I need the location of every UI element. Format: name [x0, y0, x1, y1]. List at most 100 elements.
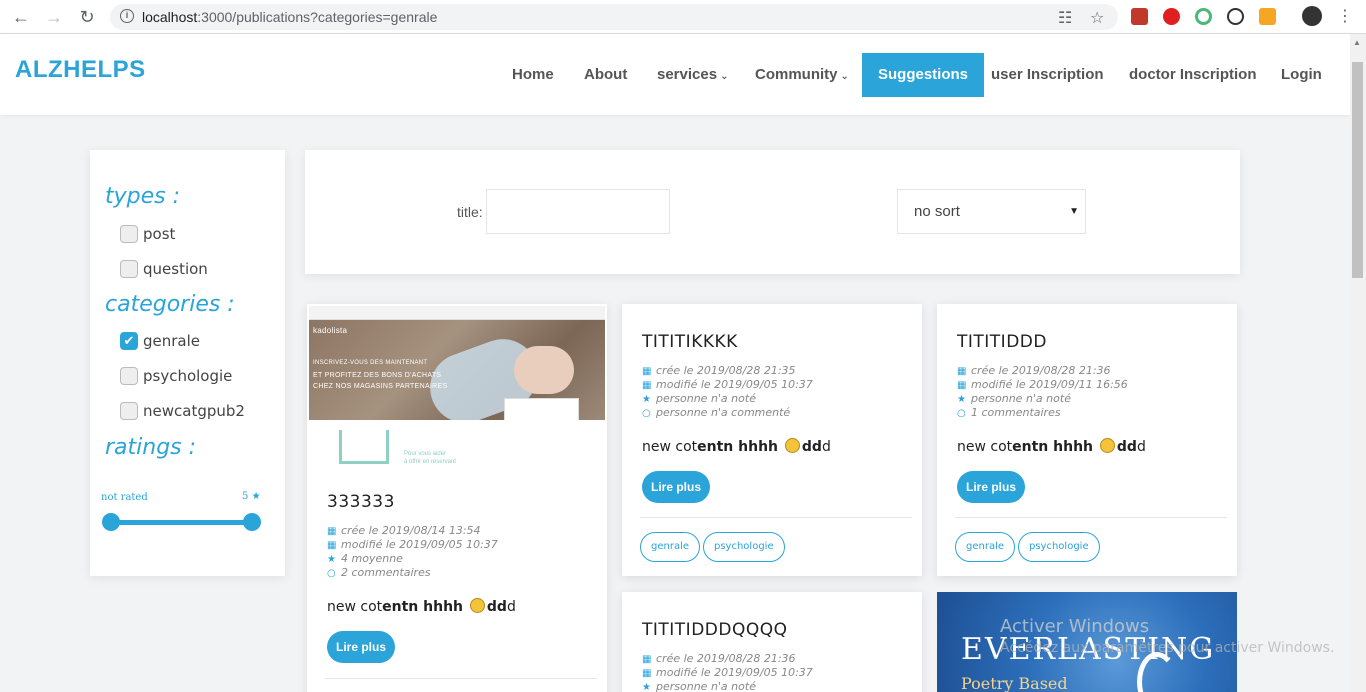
card-comments: ○ 2 commentaires: [327, 566, 431, 581]
card-created: ▦ crée le 2019/08/28 21:35: [642, 364, 796, 379]
nav-services[interactable]: services ⌄: [641, 53, 744, 97]
card-created: ▦ crée le 2019/08/28 21:36: [957, 364, 1111, 379]
nav-home[interactable]: Home: [496, 53, 570, 97]
calendar-icon: ▦: [642, 380, 652, 391]
created-text: crée le 2019/08/28 21:36: [971, 364, 1111, 377]
star-icon: ★: [327, 554, 336, 565]
checkbox-checked[interactable]: ✔: [120, 332, 138, 350]
image-small-text-1: Pour vous aider: [404, 451, 447, 457]
nav-community-label: Community: [755, 66, 838, 83]
sort-select[interactable]: no sort ▼: [897, 189, 1086, 234]
book-subtitle: Poetry Based: [961, 674, 1068, 692]
type-label: post: [143, 225, 176, 243]
address-bar[interactable]: i localhost:3000/publications?categories…: [110, 4, 1118, 30]
rating-slider-max-handle[interactable]: [243, 513, 261, 531]
browser-menu-icon[interactable]: ⋮: [1334, 6, 1356, 28]
comment-icon: ○: [327, 568, 336, 579]
nav-about[interactable]: About: [568, 53, 643, 97]
created-text: crée le 2019/08/14 13:54: [341, 524, 481, 537]
read-more-button[interactable]: Lire plus: [642, 471, 710, 503]
card-title[interactable]: TITITIDDD: [957, 332, 1047, 352]
ratings-heading: ratings :: [105, 435, 197, 460]
read-more-button[interactable]: Lire plus: [957, 471, 1025, 503]
category-label: newcatgpub2: [143, 402, 245, 420]
card-title[interactable]: TITITIKKKK: [642, 332, 738, 352]
tag-psychologie[interactable]: psychologie: [1018, 532, 1100, 562]
scrollbar-thumb[interactable]: [1352, 62, 1363, 278]
nav-doctor-inscription[interactable]: doctor Inscription: [1113, 53, 1273, 97]
star-icon: ★: [642, 394, 651, 405]
search-panel: title: no sort ▼: [305, 150, 1240, 274]
card-title[interactable]: TITITIDDDQQQQ: [642, 620, 788, 640]
read-more-button[interactable]: Lire plus: [327, 631, 395, 663]
tag-psychologie[interactable]: psychologie: [703, 532, 785, 562]
rating-slider-min-handle[interactable]: [102, 513, 120, 531]
grinning-emoji-icon: [784, 438, 800, 453]
windows-watermark-title: Activer Windows: [1000, 616, 1150, 637]
rating-slider-track[interactable]: [111, 520, 251, 525]
calendar-icon: ▦: [642, 366, 652, 377]
url-host: localhost: [142, 9, 198, 25]
card-modified: ▦ modifié le 2019/09/11 16:56: [957, 378, 1128, 393]
extension-icon-4[interactable]: [1227, 8, 1244, 25]
image-baby: [514, 346, 574, 394]
category-label: psychologie: [143, 367, 233, 385]
calendar-icon: ▦: [642, 654, 652, 665]
site-logo[interactable]: ALZHELPS: [15, 56, 146, 84]
rating-text: personne n'a noté: [971, 392, 1071, 405]
site-info-icon[interactable]: i: [120, 9, 134, 23]
publication-card: TITITIDDD ▦ crée le 2019/08/28 21:36 ▦ mod…: [937, 304, 1237, 576]
calendar-icon: ▦: [327, 526, 337, 537]
nav-login[interactable]: Login: [1265, 53, 1338, 97]
checkbox[interactable]: [120, 367, 138, 385]
modified-text: modifié le 2019/09/05 10:37: [341, 538, 498, 551]
checkbox[interactable]: [120, 402, 138, 420]
comments-text: 2 commentaires: [341, 566, 431, 579]
rating-text: 4 moyenne: [341, 552, 403, 565]
star-icon: ★: [251, 491, 261, 502]
calendar-icon: ▦: [957, 366, 967, 377]
profile-avatar[interactable]: [1302, 6, 1322, 26]
publication-card: TITITIKKKK ▦ crée le 2019/08/28 21:35 ▦ mo…: [622, 304, 922, 576]
publication-image[interactable]: kadolista INSCRIVEZ-VOUS DES MAINTENANT …: [309, 306, 605, 466]
extension-icon-1[interactable]: [1131, 8, 1148, 25]
grinning-emoji-icon: [1099, 438, 1115, 453]
excerpt-part-4: d: [1136, 439, 1146, 455]
excerpt-part-1: new cot: [327, 599, 383, 615]
card-rating: ★ personne n'a noté: [642, 392, 756, 407]
star-icon: ★: [642, 682, 651, 692]
title-filter-label: title:: [457, 204, 483, 220]
comment-icon: ○: [642, 408, 651, 419]
scroll-up-arrow-icon[interactable]: ▲: [1353, 38, 1361, 47]
reload-icon[interactable]: ↻: [76, 6, 98, 28]
card-title[interactable]: 333333: [327, 492, 395, 512]
checkbox[interactable]: [120, 225, 138, 243]
nav-suggestions[interactable]: Suggestions: [862, 53, 985, 97]
nav-community[interactable]: Community ⌄: [739, 53, 865, 97]
card-rating: ★ personne n'a noté: [642, 680, 756, 692]
back-icon[interactable]: ←: [10, 6, 32, 28]
card-rating: ★ 4 moyenne: [327, 552, 403, 567]
image-caption-1: INSCRIVEZ-VOUS DES MAINTENANT: [313, 360, 428, 366]
extension-icon-3[interactable]: [1195, 8, 1212, 25]
created-text: crée le 2019/08/28 21:35: [656, 364, 796, 377]
card-excerpt: new cotentn hhhh ddd: [957, 438, 1146, 455]
title-search-input[interactable]: [486, 189, 670, 234]
image-brand-text: kadolista: [313, 326, 348, 335]
translate-icon[interactable]: ☷: [1058, 8, 1072, 28]
forward-icon[interactable]: →: [43, 6, 65, 28]
calendar-icon: ▦: [327, 540, 337, 551]
site-header: ALZHELPS Home About services ⌄ Community ⌄…: [0, 34, 1350, 115]
checkbox[interactable]: [120, 260, 138, 278]
calendar-icon: ▦: [642, 668, 652, 679]
excerpt-part-2: entn hhhh: [1012, 439, 1098, 455]
extension-icon-2[interactable]: [1163, 8, 1180, 25]
extension-icon-5[interactable]: [1259, 8, 1276, 25]
url-text[interactable]: localhost:3000/publications?categories=g…: [142, 9, 437, 25]
tag-genrale[interactable]: genrale: [640, 532, 701, 562]
tag-genrale[interactable]: genrale: [955, 532, 1016, 562]
type-label: question: [143, 260, 208, 278]
bookmark-star-icon[interactable]: ☆: [1090, 8, 1104, 28]
card-comments: ○ personne n'a commenté: [642, 406, 790, 421]
nav-user-inscription[interactable]: user Inscription: [975, 53, 1120, 97]
